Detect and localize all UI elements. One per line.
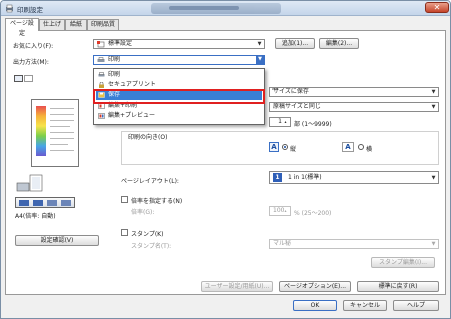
- landscape-radio[interactable]: [358, 144, 364, 150]
- window-title: 印刷設定: [17, 6, 43, 14]
- page-layout-badge: 1: [273, 173, 282, 182]
- paper-size-select[interactable]: A4 サイズに保存 ▼: [269, 87, 439, 97]
- settings-mode-icon[interactable]: [24, 75, 33, 82]
- output-size-select[interactable]: 原稿サイズと同じ ▼: [269, 102, 439, 112]
- title-bar: 印刷設定 ✕: [1, 1, 450, 16]
- spin-icon[interactable]: ▴: [282, 208, 289, 214]
- chevron-down-icon: ▼: [431, 241, 436, 247]
- favorites-star-icon: [97, 41, 105, 48]
- dropdown-option-label: 編集+プレビュー: [108, 112, 156, 119]
- chevron-down-icon: ▼: [431, 175, 436, 181]
- spin-icon[interactable]: ▴: [282, 119, 289, 125]
- close-button[interactable]: ✕: [425, 2, 449, 13]
- dropdown-option-label: セキュアプリント: [108, 81, 156, 88]
- restore-defaults-button[interactable]: 標準に戻す(R): [357, 281, 439, 292]
- confirm-settings-button[interactable]: 設定確認(V): [15, 235, 99, 246]
- tab-paper-source[interactable]: 給紙: [65, 19, 87, 30]
- page-layout-value: 1 in 1(標準): [288, 174, 322, 181]
- orientation-group: [121, 131, 439, 165]
- preview-color-bar: [36, 106, 46, 156]
- lock-icon: [99, 82, 104, 88]
- page-layout-label: ページレイアウト(L):: [121, 178, 179, 185]
- print-icon: [97, 57, 105, 62]
- stamp-name-select[interactable]: マル秘 ▼: [269, 239, 439, 249]
- stamp-name-value: マル秘: [273, 240, 292, 247]
- scale-range: % (25〜200): [294, 210, 332, 217]
- printer-output-icon: [16, 174, 43, 192]
- edit-favorite-button[interactable]: 編集(2)...: [319, 38, 359, 49]
- scale-label: 倍率(G):: [131, 209, 155, 216]
- ok-button[interactable]: OK: [293, 300, 337, 311]
- landscape-label[interactable]: 横: [366, 144, 372, 153]
- finishing-icons-strip: [15, 197, 75, 208]
- output-method-label: 出力方法(M):: [13, 59, 49, 66]
- dropdown-option-print[interactable]: 印刷: [96, 70, 262, 80]
- dropdown-option-edit-preview[interactable]: 編集+プレビュー: [96, 111, 262, 121]
- portrait-radio[interactable]: [282, 144, 288, 150]
- preview-caption: A4(倍率: 自動): [15, 213, 56, 220]
- tab-finishing[interactable]: 仕上げ: [39, 19, 65, 30]
- cancel-button[interactable]: キャンセル: [343, 300, 387, 311]
- portrait-icon: A: [269, 142, 279, 152]
- scaling-checkbox[interactable]: [121, 196, 128, 203]
- preview-icon: [98, 113, 105, 119]
- highlight-box: [93, 89, 265, 104]
- favorites-label: お気に入り(F):: [13, 43, 54, 50]
- chevron-down-icon: ▼: [431, 89, 436, 95]
- scale-input[interactable]: 100 ▴: [269, 206, 291, 216]
- chevron-down-icon: ▼: [431, 104, 436, 110]
- copies-unit: 部 (1〜9999): [294, 121, 332, 128]
- add-favorite-button[interactable]: 追加(1)...: [275, 38, 315, 49]
- print-settings-window: 印刷設定 ✕ ページ設定 仕上げ 給紙 印刷品質 お気に入り(F): 標準設定 …: [0, 0, 451, 319]
- stamp-edit-button[interactable]: スタンプ編集(I)...: [371, 257, 435, 268]
- chevron-down-icon: ▼: [257, 41, 262, 47]
- help-button[interactable]: ヘルプ: [393, 300, 439, 311]
- chevron-down-icon: ▼: [256, 56, 264, 64]
- print-icon: [98, 72, 105, 77]
- printer-icon: [6, 4, 13, 13]
- dropdown-option-label: 印刷: [108, 71, 121, 78]
- portrait-label[interactable]: 縦: [290, 144, 296, 153]
- layout-mode-icon[interactable]: [14, 75, 23, 82]
- stamp-name-label: スタンプ名(T):: [131, 243, 172, 250]
- stamp-checkbox[interactable]: [121, 229, 128, 236]
- page-options-button[interactable]: ページオプション(E)...: [279, 281, 351, 292]
- page-preview: [31, 99, 79, 167]
- favorites-value: 標準設定: [108, 40, 133, 47]
- stamp-label[interactable]: スタンプ(K): [131, 229, 163, 238]
- landscape-icon: A: [342, 142, 354, 152]
- output-method-value: 印刷: [108, 56, 121, 63]
- page-layout-select[interactable]: 1 1 in 1(標準) ▼: [269, 171, 439, 184]
- scaling-label[interactable]: 倍率を指定する(N): [131, 196, 182, 205]
- output-size-value: 原稿サイズと同じ: [273, 103, 321, 110]
- paper-size-value: サイズに保存: [273, 88, 309, 95]
- orientation-label: 印刷の向き(O): [127, 132, 169, 141]
- favorites-select[interactable]: 標準設定 ▼: [93, 39, 265, 49]
- copies-input[interactable]: 1 ▴: [269, 117, 291, 127]
- output-method-select[interactable]: 印刷 ▼: [93, 55, 265, 65]
- tab-print-quality[interactable]: 印刷品質: [87, 19, 119, 30]
- tab-page-setup[interactable]: ページ設定: [5, 18, 39, 37]
- user-settings-button[interactable]: ユーザー設定/用紙(U)...: [201, 281, 273, 292]
- background-taskbar-item: [151, 3, 281, 14]
